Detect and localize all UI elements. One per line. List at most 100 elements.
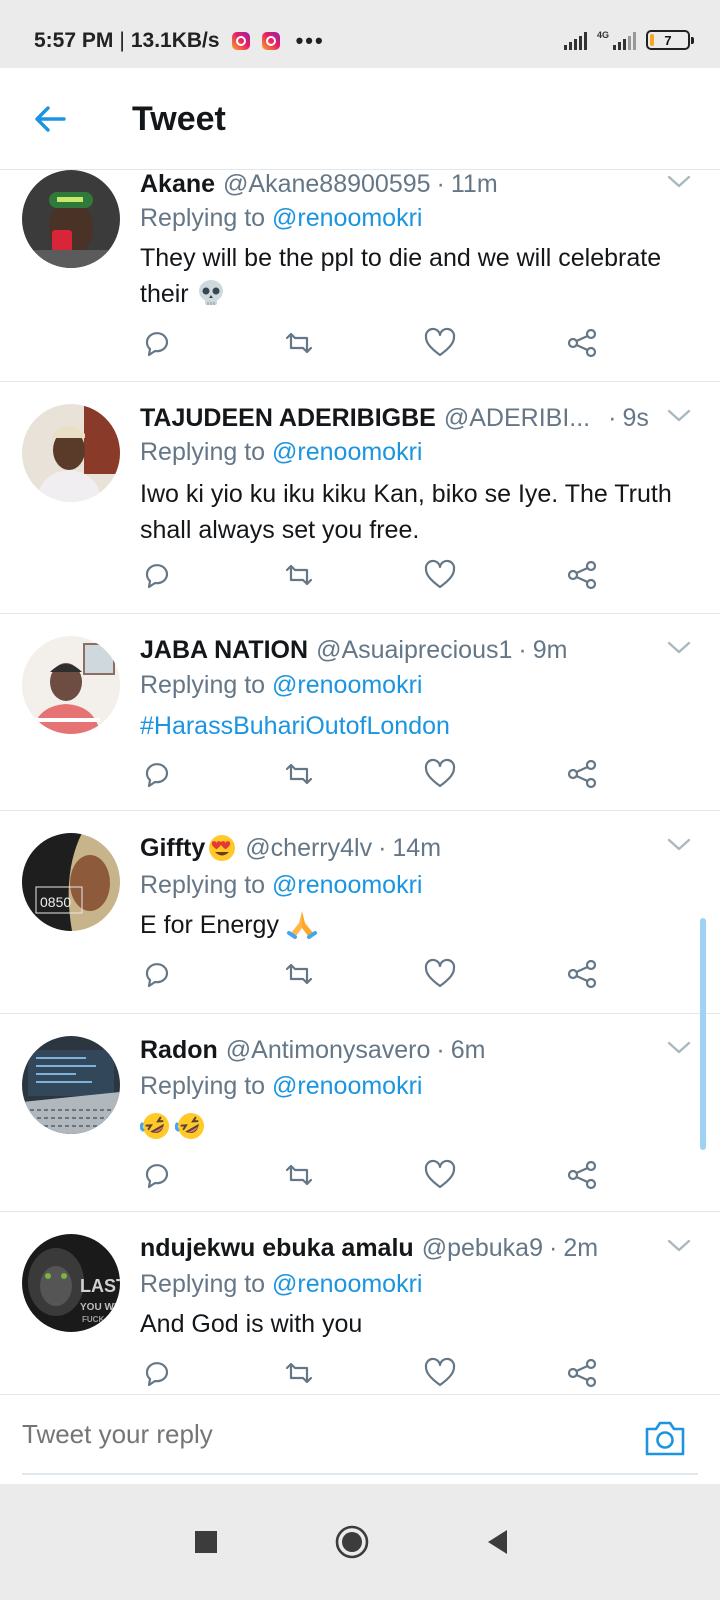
author-handle[interactable]: @Akane88900595 xyxy=(223,170,431,199)
author-name[interactable]: TAJUDEEN ADERIBIGBE xyxy=(140,404,436,433)
tweet-header: Giffty @cherry4lv · 14m xyxy=(140,833,442,863)
mention-link[interactable]: @renoomokri xyxy=(272,1072,422,1100)
like-icon[interactable] xyxy=(423,558,457,592)
network-type: 4G xyxy=(596,30,609,40)
instagram-icon xyxy=(261,32,280,50)
chevron-down-icon[interactable] xyxy=(666,640,692,656)
author-handle[interactable]: @pebuka9 xyxy=(422,1234,543,1263)
tweet-time: 14m xyxy=(392,833,442,862)
replies-list[interactable]: Akane @Akane88900595 · 11m Replying to @… xyxy=(0,170,720,1422)
author-name[interactable]: JABA NATION xyxy=(140,636,308,665)
tweet-text: And God is with you xyxy=(140,1310,363,1338)
reply-input[interactable] xyxy=(22,1395,698,1475)
author-name[interactable]: Giffty xyxy=(140,833,237,863)
share-icon[interactable] xyxy=(565,757,599,791)
reply-icon[interactable] xyxy=(140,1158,174,1192)
hashtag-link[interactable]: #HarassBuhariOutofLondon xyxy=(140,708,680,744)
reply-icon[interactable] xyxy=(140,326,174,360)
retweet-icon[interactable] xyxy=(282,326,316,360)
avatar[interactable] xyxy=(22,1036,120,1134)
home-circle-icon[interactable] xyxy=(334,1524,370,1560)
avatar[interactable] xyxy=(22,170,120,268)
author-name[interactable]: Akane xyxy=(140,170,215,199)
tweet-actions xyxy=(140,957,610,997)
like-icon[interactable] xyxy=(423,326,457,360)
tweet-actions xyxy=(140,1158,610,1198)
tweet-item[interactable]: TAJUDEEN ADERIBIGBE @ADERIBI... · 9s Rep… xyxy=(0,382,720,614)
reply-icon[interactable] xyxy=(140,757,174,791)
share-icon[interactable] xyxy=(565,1356,599,1390)
rolling-laughing-emoji-icon xyxy=(174,1113,204,1139)
share-icon[interactable] xyxy=(565,957,599,991)
share-icon[interactable] xyxy=(565,1158,599,1192)
author-handle[interactable]: @Asuaiprecious1 xyxy=(316,636,512,665)
reply-icon[interactable] xyxy=(140,957,174,991)
author-name[interactable]: ndujekwu ebuka amalu xyxy=(140,1234,414,1263)
share-icon[interactable] xyxy=(565,326,599,360)
author-handle[interactable]: @Antimonysavero xyxy=(226,1036,431,1065)
mention-link[interactable]: @renoomokri xyxy=(272,671,422,699)
mention-link[interactable]: @renoomokri xyxy=(272,1270,422,1298)
tweet-text: They will be the ppl to die and we will … xyxy=(140,244,662,308)
mention-link[interactable]: @renoomokri xyxy=(272,438,422,466)
heart-eyes-emoji-icon xyxy=(209,835,236,861)
like-icon[interactable] xyxy=(423,1158,457,1192)
tweet-time: 6m xyxy=(450,1036,486,1064)
chevron-down-icon[interactable] xyxy=(666,408,692,424)
back-triangle-icon[interactable] xyxy=(480,1524,516,1560)
recents-square-icon[interactable] xyxy=(188,1524,224,1560)
retweet-icon[interactable] xyxy=(282,757,316,791)
svg-text:0850: 0850 xyxy=(40,894,71,910)
tweet-item[interactable]: JABA NATION @Asuaiprecious1 · 9m Replyin… xyxy=(0,614,720,811)
replying-to: Replying to @renoomokri xyxy=(140,1270,423,1298)
avatar[interactable]: 0850 xyxy=(22,833,120,931)
tweet-actions xyxy=(140,757,610,797)
battery-icon: 7 xyxy=(646,30,694,50)
replying-to: Replying to @renoomokri xyxy=(140,204,423,232)
chevron-down-icon[interactable] xyxy=(666,837,692,853)
back-arrow-icon[interactable] xyxy=(30,98,72,140)
avatar[interactable] xyxy=(22,636,120,734)
skull-emoji-icon xyxy=(198,280,223,305)
tweet-item[interactable]: Akane @Akane88900595 · 11m Replying to @… xyxy=(0,170,720,382)
chevron-down-icon[interactable] xyxy=(666,1040,692,1056)
tweet-time: 11m xyxy=(450,170,498,198)
tweet-item[interactable]: LAST YOU WI FUCK ndujekwu ebuka amalu @p… xyxy=(0,1212,720,1422)
tweet-header: ndujekwu ebuka amalu @pebuka9 · 2m xyxy=(140,1234,599,1263)
retweet-icon[interactable] xyxy=(282,957,316,991)
tweet-time: 2m xyxy=(563,1234,599,1262)
tweet-actions xyxy=(140,1356,610,1396)
reply-composer xyxy=(0,1394,720,1486)
author-name[interactable]: Radon xyxy=(140,1036,218,1065)
mention-link[interactable]: @renoomokri xyxy=(272,871,422,899)
like-icon[interactable] xyxy=(423,757,457,791)
signal-icon-2 xyxy=(613,32,636,50)
tweet-time: 9s xyxy=(622,404,649,432)
reply-icon[interactable] xyxy=(140,558,174,592)
retweet-icon[interactable] xyxy=(282,1158,316,1192)
avatar[interactable] xyxy=(22,404,120,502)
tweet-item[interactable]: Radon @Antimonysavero · 6m Replying to @… xyxy=(0,1014,720,1212)
author-handle[interactable]: @cherry4lv xyxy=(245,834,372,863)
retweet-icon[interactable] xyxy=(282,558,316,592)
like-icon[interactable] xyxy=(423,1356,457,1390)
mention-link[interactable]: @renoomokri xyxy=(272,204,422,232)
scrollbar-thumb[interactable] xyxy=(700,918,706,1150)
svg-text:YOU WI: YOU WI xyxy=(80,1302,117,1313)
chevron-down-icon[interactable] xyxy=(666,174,692,190)
chevron-down-icon[interactable] xyxy=(666,1238,692,1254)
reply-icon[interactable] xyxy=(140,1356,174,1390)
tweet-item[interactable]: 0850 Giffty @cherry4lv · 14m Replying to… xyxy=(0,811,720,1014)
like-icon[interactable] xyxy=(423,957,457,991)
tweet-time: 9m xyxy=(532,636,568,664)
tweet-header: TAJUDEEN ADERIBIGBE @ADERIBI... · 9s xyxy=(140,404,649,433)
replying-to: Replying to @renoomokri xyxy=(140,871,423,899)
retweet-icon[interactable] xyxy=(282,1356,316,1390)
instagram-icon xyxy=(231,32,250,50)
status-bar: 5:57 PM | 13.1KB/s ••• 4G 7 xyxy=(0,0,720,68)
share-icon[interactable] xyxy=(565,558,599,592)
status-time: 5:57 PM xyxy=(34,29,114,52)
avatar[interactable]: LAST YOU WI FUCK xyxy=(22,1234,120,1332)
camera-icon[interactable] xyxy=(644,1419,686,1457)
author-handle[interactable]: @ADERIBI... xyxy=(444,404,590,433)
